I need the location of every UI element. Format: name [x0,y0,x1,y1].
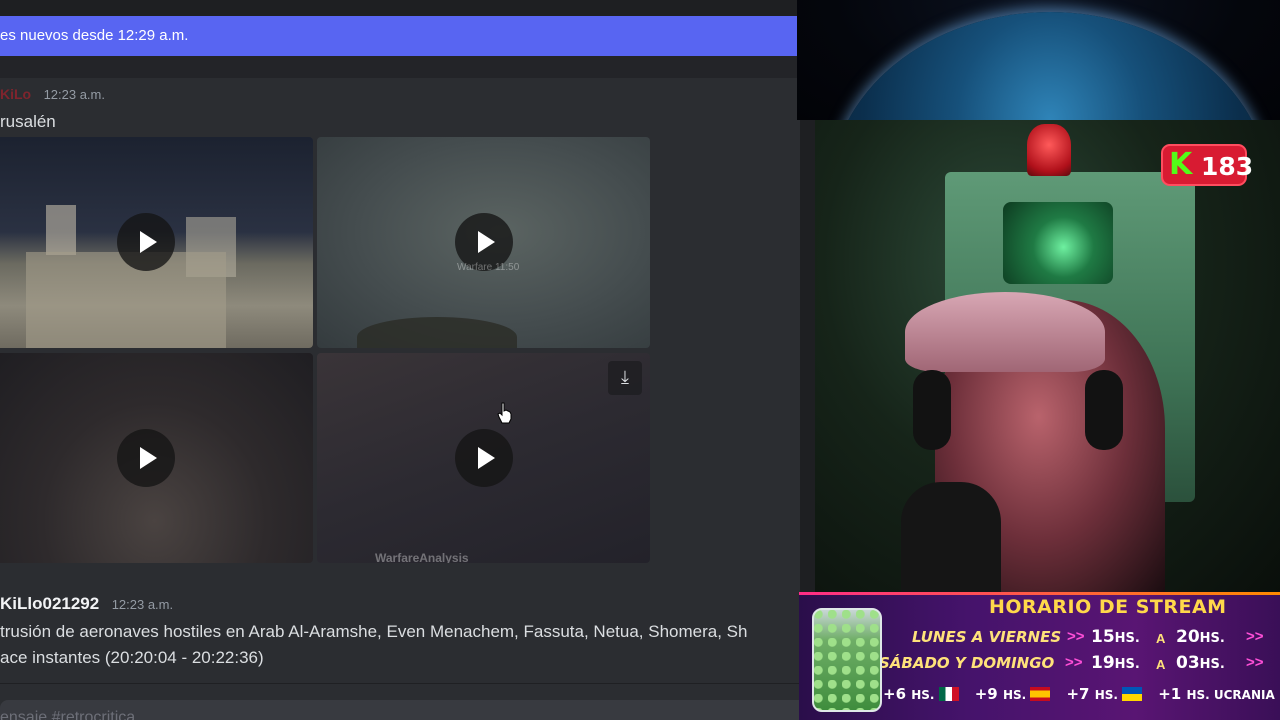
video-attachment-2[interactable]: Warfare 11:50 [317,137,650,348]
video-watermark: WarfareAnalysis [375,551,469,563]
play-icon[interactable] [455,429,513,487]
building-shape [46,205,76,255]
arrow-icon: >> [1246,628,1264,645]
arrow-icon: >> [1065,654,1083,671]
hand-pointer-icon [497,402,512,424]
video-attachment-3[interactable] [0,353,313,563]
timezone-row: +6 HS. +9 HS. +7 HS. +1 HS. UCRANIA [883,684,1280,706]
timezone-item: +6 HS. [883,685,965,703]
schedule-separator: A [1156,631,1166,646]
message-author[interactable]: KiLlo021292 [0,594,99,613]
video-attachment-4[interactable]: ⤓ WarfareAnalysis [317,353,650,563]
download-button[interactable]: ⤓ [608,361,642,395]
headphone [913,370,951,450]
schedule-start: 19HS. [1091,653,1140,673]
arrow-icon: >> [1067,628,1085,645]
timezone-item: +1 HS. UCRANIA [1158,684,1275,703]
siren-light [1027,124,1071,176]
play-icon[interactable] [117,429,175,487]
spain-flag-icon [1030,687,1051,701]
schedule-end: 20HS. [1176,627,1225,647]
video-watermark: Warfare 11:50 [457,262,520,273]
viewer-count-badge: K 183 [1161,144,1253,186]
timezone-item: +7 HS. [1066,685,1148,703]
streamer-cap [905,292,1105,372]
message-author[interactable]: KiLo [0,86,31,102]
message-timestamp: 12:23 a.m. [43,87,105,102]
building-shape [26,252,226,348]
mexico-flag-icon [938,687,959,701]
message-input-placeholder: ensaje #retrocritica [0,709,136,720]
schedule-separator: A [1156,657,1166,672]
message-header: KiLo 12:23 a.m. [0,86,105,104]
message-timestamp: 12:23 a.m. [111,597,174,612]
ukraine-flag-icon [1121,687,1142,701]
divider [0,683,800,684]
arrow-icon: >> [1246,654,1264,671]
tree-silhouette [357,317,517,348]
message-text-line: trusión de aeronaves hostiles en Arab Al… [0,622,748,641]
viewer-count: 183 [1201,152,1254,181]
schedule-days: SÁBADO Y DOMINGO [879,654,1055,672]
schedule-days: LUNES A VIERNES [912,628,1062,646]
message-header: KiLlo021292 12:23 a.m. [0,594,173,614]
cookie-jar-graphic [812,608,882,712]
banner-divider [0,56,800,78]
schedule-accent-stripe [799,592,1280,595]
new-messages-text: es nuevos desde 12:29 a.m. [0,27,189,44]
chat-top-bar [0,0,800,16]
earth-globe [830,12,1270,120]
chat-panel: es nuevos desde 12:29 a.m. KiLo 12:23 a.… [0,0,800,720]
schedule-title: HORARIO DE STREAM [989,596,1227,618]
timezone-item: +9 HS. [975,685,1057,703]
kick-logo-icon: K [1169,147,1193,182]
message-text-line: ace instantes (20:20:04 - 20:22:36) [0,648,264,667]
video-attachment-1[interactable] [0,137,313,348]
schedule-end: 03HS. [1176,653,1225,673]
microphone [901,482,1001,592]
download-icon: ⤓ [621,367,629,387]
earth-background [797,0,1280,120]
message-input[interactable]: ensaje #retrocritica [0,700,800,720]
play-icon[interactable] [117,213,175,271]
radar-screen [1003,202,1113,284]
headphone [1085,370,1123,450]
new-messages-banner[interactable]: es nuevos desde 12:29 a.m. [0,16,797,56]
webcam-feed [815,120,1280,592]
schedule-start: 15HS. [1091,627,1140,647]
message-text: rusalén [0,112,56,131]
